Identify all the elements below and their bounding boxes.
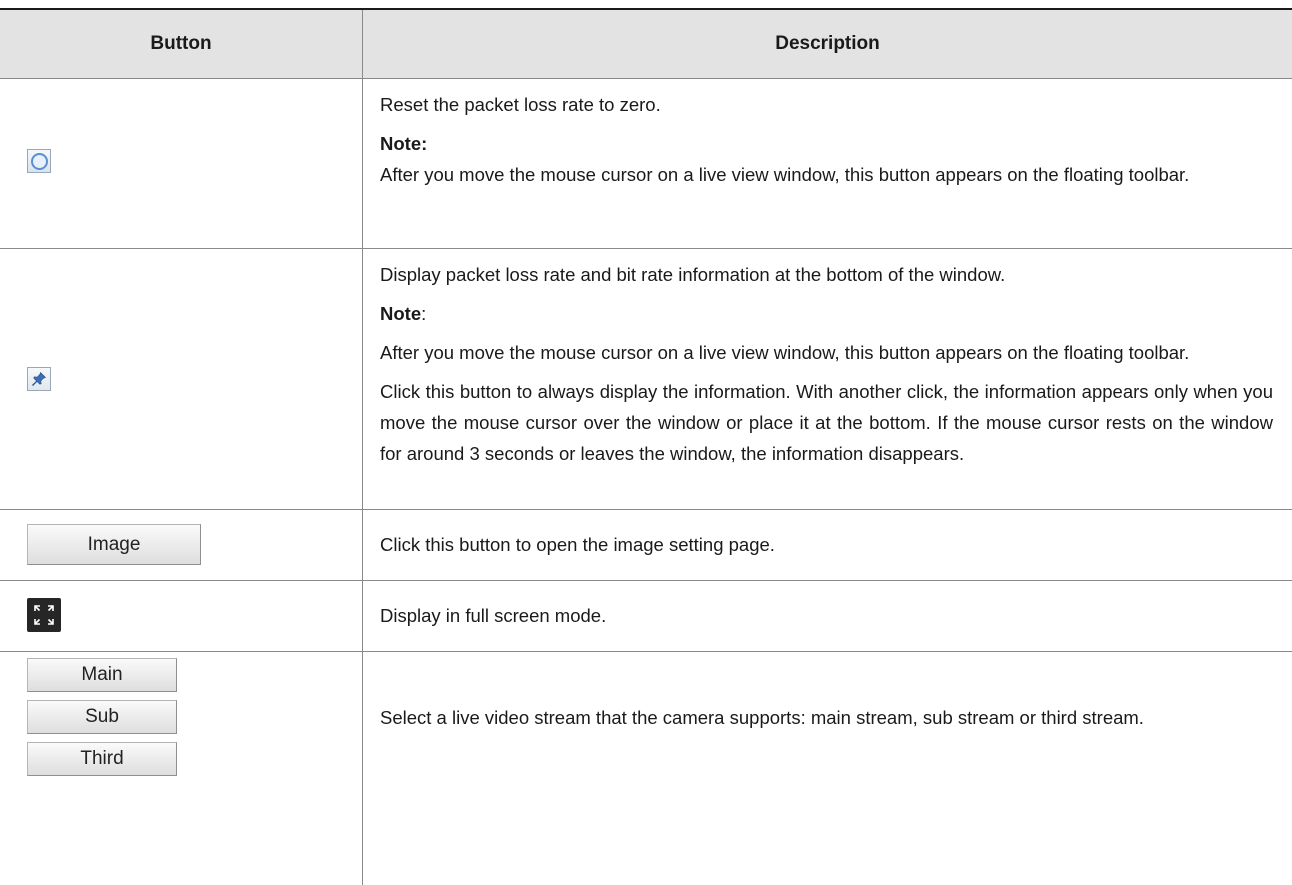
expand-arrows-icon (34, 605, 54, 625)
header-column-divider (362, 10, 363, 79)
note-text: After you move the mouse cursor on a liv… (380, 342, 1190, 363)
description-cell: Select a live video stream that the came… (380, 702, 1273, 733)
description-cell: Reset the packet loss rate to zero. Note… (380, 89, 1273, 190)
detail-text: Click this button to always display the … (380, 381, 1273, 464)
button-cell (0, 581, 362, 651)
description-text: Click this button to open the image sett… (380, 534, 775, 555)
description-text: Reset the packet loss rate to zero. (380, 94, 661, 115)
note-colon: : (421, 303, 427, 324)
button-cell: Image (0, 510, 362, 580)
main-stream-button[interactable]: Main (27, 658, 177, 692)
button-cell (0, 79, 362, 248)
note-label: Note (380, 303, 422, 324)
circle-icon (30, 152, 48, 170)
table-row: Main Sub Third Select a live video strea… (0, 652, 1292, 885)
description-text: Display packet loss rate and bit rate in… (380, 264, 1006, 285)
description-cell: Display in full screen mode. (380, 600, 1273, 631)
button-cell (0, 249, 362, 509)
note-text: After you move the mouse cursor on a liv… (380, 164, 1190, 185)
pin-icon[interactable] (27, 367, 51, 391)
header-description: Description (775, 33, 880, 54)
table-row: Display packet loss rate and bit rate in… (0, 249, 1292, 510)
description-cell: Display packet loss rate and bit rate in… (380, 259, 1273, 469)
reset-circle-icon[interactable] (27, 149, 51, 173)
third-stream-button[interactable]: Third (27, 742, 177, 776)
table-row: Display in full screen mode. (0, 581, 1292, 652)
note-line: Note: (380, 298, 1273, 329)
table-row: Reset the packet loss rate to zero. Note… (0, 79, 1292, 249)
description-text: Display in full screen mode. (380, 605, 607, 626)
description-text: Select a live video stream that the came… (380, 707, 1144, 728)
header-button: Button (150, 33, 212, 54)
table-row: Image Click this button to open the imag… (0, 510, 1292, 581)
table-header: Button Description (0, 10, 1292, 79)
note-label: Note: (380, 133, 428, 154)
image-button[interactable]: Image (27, 524, 201, 565)
fullscreen-icon[interactable] (27, 598, 61, 632)
button-cell: Main Sub Third (0, 652, 362, 885)
pushpin-icon (31, 371, 47, 387)
sub-stream-button[interactable]: Sub (27, 700, 177, 734)
description-cell: Click this button to open the image sett… (380, 529, 1273, 560)
